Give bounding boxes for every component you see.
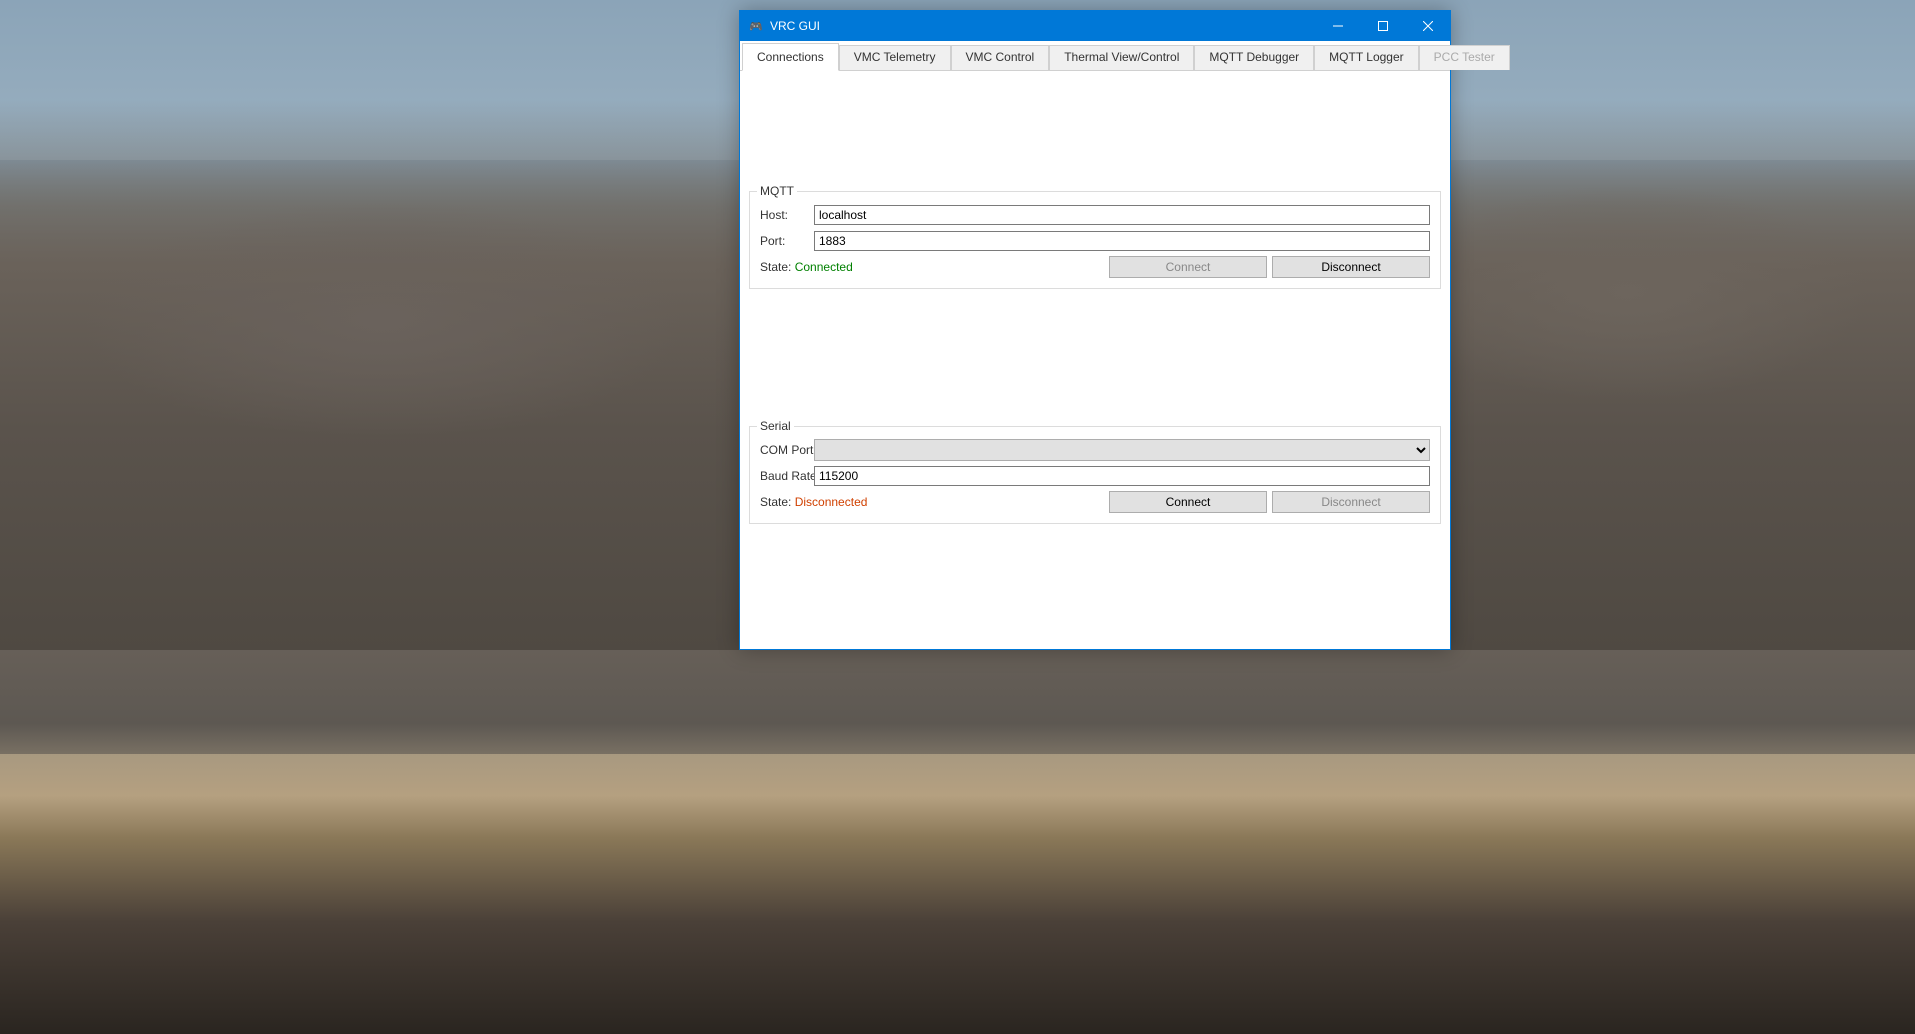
minimize-button[interactable] [1315, 11, 1360, 41]
window-controls [1315, 11, 1450, 41]
window-title: VRC GUI [770, 19, 1315, 33]
mqtt-groupbox: MQTT Host: Port: State: Connected Connec… [749, 191, 1441, 289]
serial-comport-select[interactable] [814, 439, 1430, 461]
mqtt-state-label: State: [760, 260, 791, 274]
close-icon [1423, 21, 1433, 31]
tab-vmc-control[interactable]: VMC Control [951, 45, 1050, 70]
tab-mqtt-logger[interactable]: MQTT Logger [1314, 45, 1418, 70]
wallpaper-ground [0, 754, 1915, 1034]
serial-comport-label: COM Port: [760, 443, 814, 457]
mqtt-port-label: Port: [760, 234, 814, 248]
serial-baud-row: Baud Rate: [760, 465, 1430, 487]
mqtt-state-text: State: Connected [760, 260, 1104, 274]
maximize-button[interactable] [1360, 11, 1405, 41]
serial-state-label: State: [760, 495, 791, 509]
tab-vmc-telemetry[interactable]: VMC Telemetry [839, 45, 951, 70]
app-icon: 🎮 [748, 18, 764, 34]
mqtt-port-row: Port: [760, 230, 1430, 252]
titlebar[interactable]: 🎮 VRC GUI [740, 11, 1450, 41]
tab-content-connections: MQTT Host: Port: State: Connected Connec… [740, 71, 1450, 649]
serial-disconnect-button: Disconnect [1272, 491, 1430, 513]
mqtt-disconnect-button[interactable]: Disconnect [1272, 256, 1430, 278]
serial-connect-button[interactable]: Connect [1109, 491, 1267, 513]
serial-state-text: State: Disconnected [760, 495, 1104, 509]
minimize-icon [1333, 21, 1343, 31]
serial-state-value: Disconnected [795, 495, 868, 509]
serial-state-row: State: Disconnected Connect Disconnect [760, 491, 1430, 513]
serial-baud-input[interactable] [814, 466, 1430, 486]
maximize-icon [1378, 21, 1388, 31]
mqtt-state-row: State: Connected Connect Disconnect [760, 256, 1430, 278]
mqtt-port-input[interactable] [814, 231, 1430, 251]
mqtt-host-label: Host: [760, 208, 814, 222]
serial-baud-label: Baud Rate: [760, 469, 814, 483]
mqtt-groupbox-title: MQTT [757, 184, 797, 198]
tab-bar: Connections VMC Telemetry VMC Control Th… [740, 41, 1450, 71]
serial-groupbox-title: Serial [757, 419, 794, 433]
app-window: 🎮 VRC GUI Connections VMC Telemetry VMC … [739, 10, 1451, 650]
tab-thermal-view-control[interactable]: Thermal View/Control [1049, 45, 1194, 70]
mqtt-host-input[interactable] [814, 205, 1430, 225]
mqtt-state-value: Connected [795, 260, 853, 274]
close-button[interactable] [1405, 11, 1450, 41]
mqtt-connect-button: Connect [1109, 256, 1267, 278]
serial-comport-row: COM Port: [760, 439, 1430, 461]
tab-connections[interactable]: Connections [742, 43, 839, 71]
serial-groupbox: Serial COM Port: Baud Rate: State: Disco… [749, 426, 1441, 524]
mqtt-host-row: Host: [760, 204, 1430, 226]
tab-mqtt-debugger[interactable]: MQTT Debugger [1194, 45, 1314, 70]
tab-pcc-tester: PCC Tester [1419, 45, 1510, 70]
